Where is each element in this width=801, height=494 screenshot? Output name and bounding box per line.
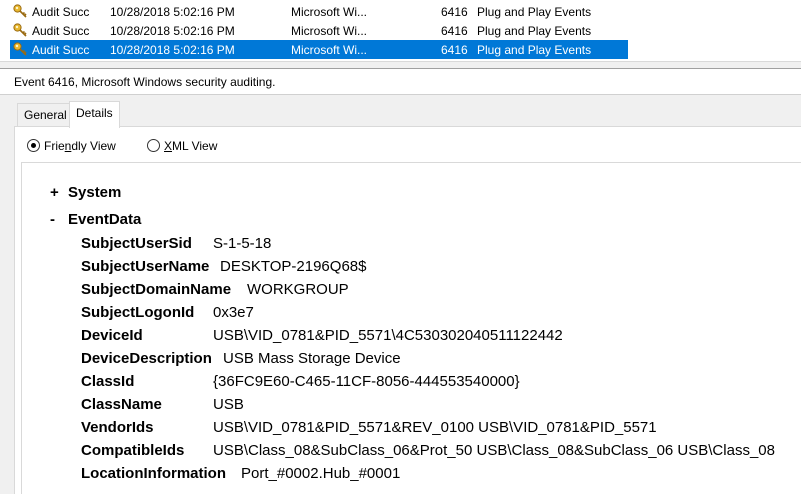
event-id: 6416 (441, 43, 468, 57)
field-name: ClassName (81, 396, 162, 413)
field-name: SubjectDomainName (81, 281, 232, 298)
tree-node-label: System (68, 184, 122, 201)
field-value: DESKTOP-2196Q68$ (220, 258, 367, 275)
field-value: USB\Class_08&SubClass_06&Prot_50 USB\Cla… (213, 442, 775, 459)
field-name: LocationInformation (81, 465, 226, 482)
tree-node-label: EventData (68, 211, 142, 228)
event-category: Plug and Play Events (477, 43, 592, 57)
field-value: S-1-5-18 (213, 235, 272, 252)
friendly-view-radio[interactable] (27, 139, 40, 152)
field-name: ClassId (81, 373, 135, 390)
field-value: USB\VID_0781&PID_5571&REV_0100 USB\VID_0… (213, 419, 657, 436)
event-category: Plug and Play Events (477, 24, 592, 38)
field-name: SubjectUserName (81, 258, 210, 275)
collapse-sign[interactable]: - (50, 211, 68, 228)
pane-splitter[interactable] (0, 61, 801, 69)
audit-success-key-icon (13, 42, 27, 56)
field-name: DeviceId (81, 327, 143, 344)
event-level: Audit Succ (32, 24, 90, 38)
field-value: USB (213, 396, 244, 413)
xml-view-label: XML View (164, 139, 218, 153)
event-list[interactable]: Audit Succ 10/28/2018 5:02:16 PM Microso… (0, 0, 801, 61)
event-source: Microsoft Wi... (291, 43, 368, 57)
event-detail-header: Event 6416, Microsoft Windows security a… (0, 69, 801, 95)
event-source: Microsoft Wi... (291, 5, 368, 19)
field-name: VendorIds (81, 419, 154, 436)
event-row-selected[interactable]: Audit Succ 10/28/2018 5:02:16 PM Microso… (10, 40, 628, 59)
xml-view-radio[interactable] (147, 139, 160, 152)
field-name: SubjectLogonId (81, 304, 195, 321)
field-name: CompatibleIds (81, 442, 185, 459)
tab-details-label: Details (76, 106, 113, 120)
field-value: 0x3e7 (213, 304, 254, 321)
event-row[interactable]: Audit Succ 10/28/2018 5:02:16 PM Microso… (10, 21, 628, 40)
event-row[interactable]: Audit Succ 10/28/2018 5:02:16 PM Microso… (10, 2, 628, 21)
tree-node-eventdata[interactable]: - EventData (50, 211, 141, 228)
event-date: 10/28/2018 5:02:16 PM (110, 5, 235, 19)
field-value: USB Mass Storage Device (223, 350, 401, 367)
expand-sign[interactable]: + (50, 184, 68, 201)
friendly-view-content: + System - EventData SubjectUserSid S-1-5-… (21, 162, 801, 494)
field-name: DeviceDescription (81, 350, 212, 367)
details-tab-panel: Friendly View XML View + System - EventDat… (14, 126, 801, 494)
field-value: WORKGROUP (247, 281, 349, 298)
event-date: 10/28/2018 5:02:16 PM (110, 24, 235, 38)
event-level: Audit Succ (32, 43, 90, 57)
field-value: Port_#0002.Hub_#0001 (241, 465, 401, 482)
field-value: {36FC9E60-C465-11CF-8056-444553540000} (213, 373, 520, 390)
tab-general[interactable]: General (17, 103, 74, 127)
field-name: SubjectUserSid (81, 235, 192, 252)
event-date: 10/28/2018 5:02:16 PM (110, 43, 235, 57)
detail-tabs-area: General Details Friendly View XML View +… (0, 95, 801, 494)
audit-success-key-icon (13, 4, 27, 18)
event-id: 6416 (441, 24, 468, 38)
event-level: Audit Succ (32, 5, 90, 19)
tree-node-system[interactable]: + System (50, 184, 121, 201)
audit-success-key-icon (13, 23, 27, 37)
event-source: Microsoft Wi... (291, 24, 368, 38)
friendly-view-label: Friendly View (44, 139, 116, 153)
event-category: Plug and Play Events (477, 5, 592, 19)
field-value: USB\VID_0781&PID_5571\4C5303020405111224… (213, 327, 563, 344)
tab-details[interactable]: Details (69, 101, 120, 128)
tab-general-label: General (24, 108, 67, 122)
event-detail-title: Event 6416, Microsoft Windows security a… (14, 75, 276, 89)
event-id: 6416 (441, 5, 468, 19)
